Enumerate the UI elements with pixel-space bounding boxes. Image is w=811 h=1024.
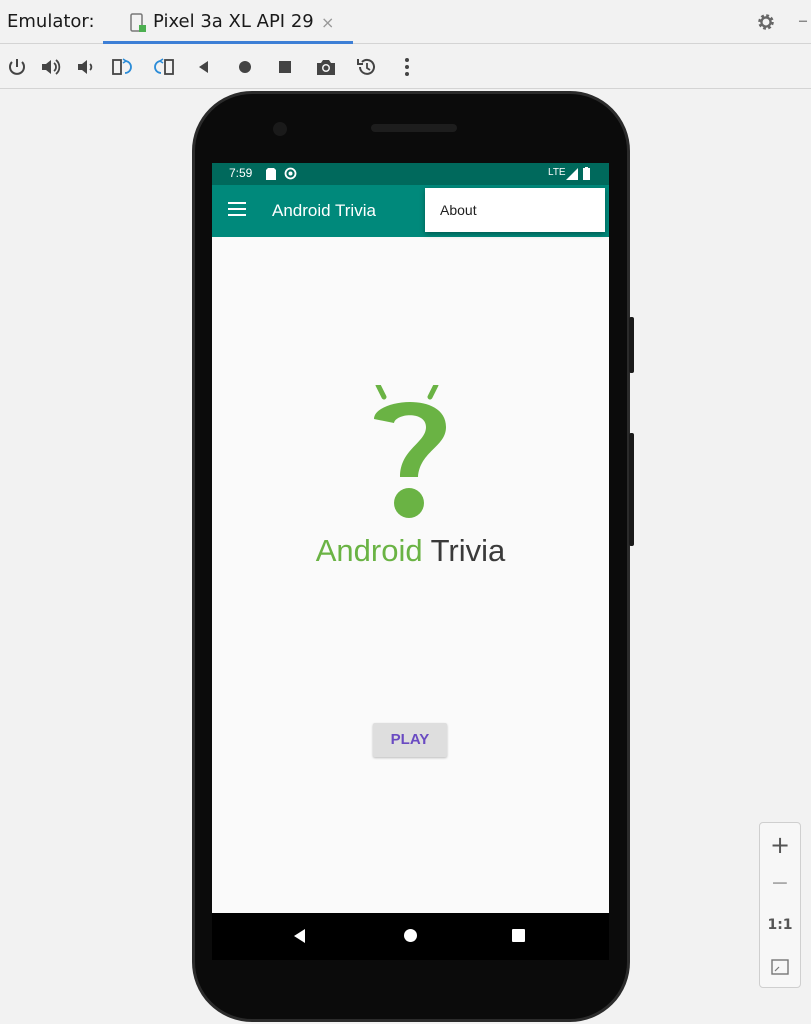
overflow-popup-menu: About <box>425 188 605 232</box>
more-icon[interactable]: – <box>798 8 808 32</box>
app-title: Android Trivia <box>272 201 376 220</box>
signal-icon <box>566 168 578 180</box>
device-screen[interactable]: 7:59 LTE Android Trivia About Android Tr… <box>212 163 609 913</box>
volume-down-icon[interactable] <box>74 55 98 79</box>
play-button[interactable]: PLAY <box>373 723 447 757</box>
android-trivia-question-icon <box>374 385 446 518</box>
emulator-label: Emulator: <box>7 11 95 32</box>
zoom-panel: + − 1:1 <box>759 822 801 988</box>
front-camera <box>273 122 287 136</box>
status-time: 7:59 <box>229 166 253 180</box>
active-tab-indicator <box>103 41 353 44</box>
status-bar: 7:59 LTE <box>212 163 609 185</box>
back-icon[interactable] <box>192 55 216 79</box>
power-icon[interactable] <box>5 55 29 79</box>
zoom-fit-icon[interactable] <box>770 957 790 977</box>
system-nav-bar <box>212 913 609 960</box>
data-saver-icon <box>284 167 297 180</box>
nav-home-icon[interactable] <box>404 929 417 942</box>
emulator-toolbar <box>0 45 811 89</box>
tab-title: Pixel 3a XL API 29 <box>153 11 314 32</box>
nav-back-icon[interactable] <box>294 929 305 943</box>
nav-recents-icon[interactable] <box>512 929 525 942</box>
zoom-actual-size-button[interactable]: 1:1 <box>760 917 800 933</box>
logo-word-android: Android <box>315 533 423 568</box>
menu-item-about[interactable]: About <box>440 202 477 218</box>
tab-pixel-3a-xl[interactable]: Pixel 3a XL API 29 × <box>103 0 353 44</box>
sd-card-icon <box>266 168 276 180</box>
more-vertical-icon[interactable] <box>395 55 419 79</box>
close-tab-icon[interactable]: × <box>321 13 334 32</box>
app-bar: Android Trivia About <box>212 185 609 237</box>
rotate-left-icon[interactable] <box>110 55 134 79</box>
zoom-in-button[interactable]: + <box>760 831 800 859</box>
battery-icon <box>583 167 590 180</box>
emulator-tab-bar: Emulator: Pixel 3a XL API 29 × – <box>0 0 811 44</box>
home-icon[interactable] <box>233 55 257 79</box>
zoom-out-button[interactable]: − <box>760 871 800 896</box>
hamburger-menu-icon[interactable] <box>228 202 246 216</box>
screenshot-icon[interactable] <box>314 55 338 79</box>
volume-up-icon[interactable] <box>39 55 63 79</box>
overview-icon[interactable] <box>273 55 297 79</box>
logo-wordmark: Android Trivia <box>212 533 609 569</box>
earpiece-speaker <box>371 124 457 132</box>
power-side-button[interactable] <box>629 317 634 373</box>
snapshot-icon[interactable] <box>355 55 379 79</box>
device-icon <box>130 13 146 32</box>
network-type: LTE <box>548 167 566 178</box>
gear-icon[interactable] <box>755 11 777 33</box>
volume-side-button[interactable] <box>629 433 634 546</box>
rotate-right-icon[interactable] <box>152 55 176 79</box>
logo-word-trivia: Trivia <box>430 533 506 568</box>
